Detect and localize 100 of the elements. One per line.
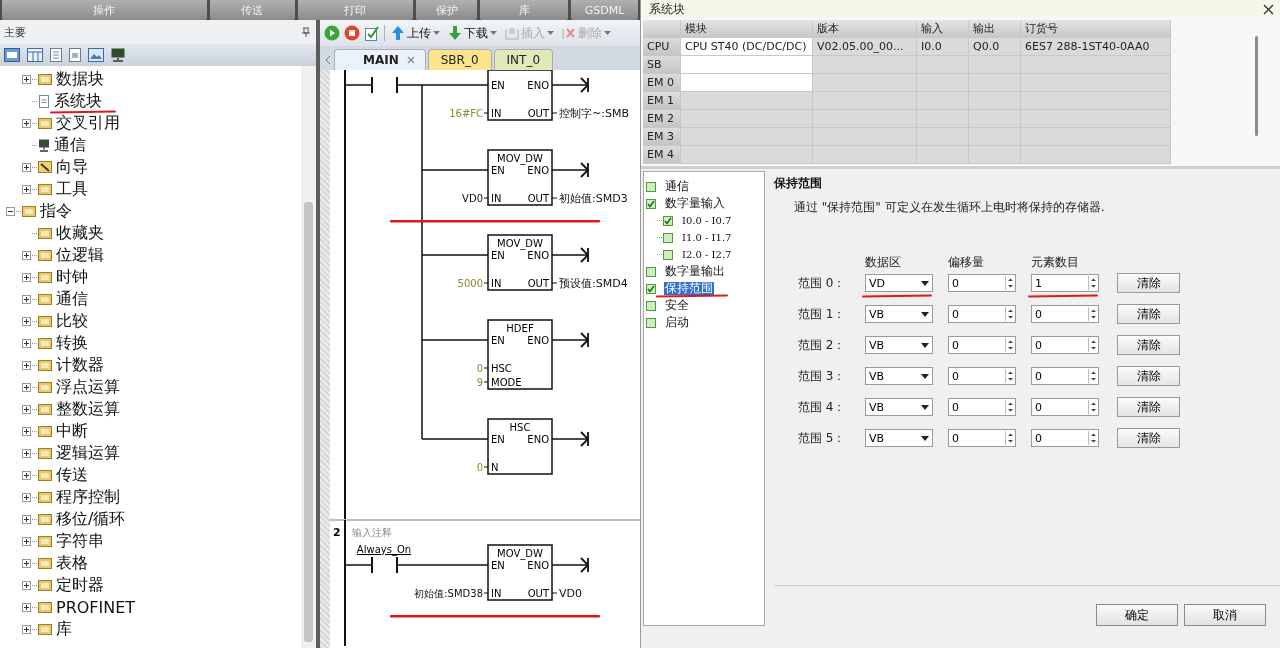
expand-icon[interactable] xyxy=(22,118,31,128)
tree-item[interactable]: 时钟 xyxy=(56,266,88,288)
stop-icon[interactable] xyxy=(344,25,360,41)
tree-item[interactable]: 字符串 xyxy=(56,530,104,552)
expand-icon[interactable] xyxy=(22,558,31,568)
expand-icon[interactable] xyxy=(22,360,31,370)
tree-item[interactable]: 程序控制 xyxy=(56,486,120,508)
clear-button[interactable]: 清除 xyxy=(1117,273,1180,293)
spinner-arrows-icon[interactable] xyxy=(1005,400,1015,414)
count-field[interactable]: 0 xyxy=(1031,336,1099,354)
window-icon[interactable] xyxy=(4,48,20,62)
tree-item[interactable]: 计数器 xyxy=(56,354,104,376)
spinner-arrows-icon[interactable] xyxy=(1005,338,1015,352)
nav-item[interactable]: 启动 xyxy=(664,316,690,329)
row-header[interactable]: EM 2 xyxy=(643,110,681,128)
data-area-select[interactable]: VB xyxy=(865,429,933,447)
offset-field[interactable]: 0 xyxy=(948,398,1016,416)
checked-checkbox[interactable] xyxy=(663,215,673,226)
offset-field[interactable]: 0 xyxy=(948,336,1016,354)
checked-checkbox[interactable] xyxy=(646,283,656,294)
checkbox[interactable] xyxy=(646,300,656,311)
clear-button[interactable]: 清除 xyxy=(1117,366,1180,386)
expand-icon[interactable] xyxy=(22,316,31,326)
expand-icon[interactable] xyxy=(22,272,31,282)
tree-item[interactable]: 通信 xyxy=(56,288,88,310)
count-field[interactable]: 0 xyxy=(1031,305,1099,323)
row-header[interactable]: SB xyxy=(643,56,681,74)
expand-icon[interactable] xyxy=(22,404,31,414)
spinner-arrows-icon[interactable] xyxy=(1088,431,1098,445)
table-cell[interactable] xyxy=(681,146,813,164)
data-area-select[interactable]: VB xyxy=(865,305,933,323)
offset-field[interactable]: 0 xyxy=(948,429,1016,447)
spinner-arrows-icon[interactable] xyxy=(1005,369,1015,383)
compile-check-icon[interactable] xyxy=(364,25,380,41)
row-header[interactable]: CPU xyxy=(643,38,681,56)
expand-icon[interactable] xyxy=(22,162,31,172)
scrollbar-thumb[interactable] xyxy=(1255,36,1258,136)
toolbar-button[interactable]: 下载 xyxy=(446,24,499,42)
clear-button[interactable]: 清除 xyxy=(1117,304,1180,324)
offset-field[interactable]: 0 xyxy=(948,367,1016,385)
run-icon[interactable] xyxy=(324,25,340,41)
tree-item[interactable]: 位逻辑 xyxy=(56,244,104,266)
tree-item[interactable]: 浮点运算 xyxy=(56,376,120,398)
checkbox[interactable] xyxy=(646,317,656,328)
spinner-arrows-icon[interactable] xyxy=(1088,400,1098,414)
data-area-select[interactable]: VB xyxy=(865,367,933,385)
tree-item[interactable]: 移位/循环 xyxy=(56,508,126,530)
nav-item[interactable]: 保持范围 xyxy=(664,282,714,295)
nav-item[interactable]: 数字量输入 xyxy=(664,197,726,210)
spinner-arrows-icon[interactable] xyxy=(1005,276,1015,290)
nav-item[interactable]: 数字量输出 xyxy=(664,265,726,278)
offset-field[interactable]: 0 xyxy=(948,305,1016,323)
tree-item[interactable]: 系统块 xyxy=(54,90,102,112)
spinner-arrows-icon[interactable] xyxy=(1088,307,1098,321)
nav-item[interactable]: 通信 xyxy=(664,180,690,193)
tree-item[interactable]: 工具 xyxy=(56,178,88,200)
spinner-arrows-icon[interactable] xyxy=(1088,276,1098,290)
tree-item[interactable]: 向导 xyxy=(56,156,88,178)
tree-item[interactable]: 表格 xyxy=(56,552,88,574)
tree-item[interactable]: 收藏夹 xyxy=(56,222,104,244)
data-area-select[interactable]: VB xyxy=(865,398,933,416)
collapse-icon[interactable] xyxy=(6,206,15,216)
clear-button[interactable]: 清除 xyxy=(1117,428,1180,448)
spinner-arrows-icon[interactable] xyxy=(1005,307,1015,321)
spinner-arrows-icon[interactable] xyxy=(1088,369,1098,383)
table-icon[interactable] xyxy=(27,48,43,62)
spinner-arrows-icon[interactable] xyxy=(1005,431,1015,445)
expand-icon[interactable] xyxy=(22,338,31,348)
tree-item[interactable]: 转换 xyxy=(56,332,88,354)
picture-icon[interactable] xyxy=(88,48,104,62)
spinner-arrows-icon[interactable] xyxy=(1088,338,1098,352)
checkbox[interactable] xyxy=(663,249,673,260)
expand-icon[interactable] xyxy=(22,426,31,436)
tree-item[interactable]: 指令 xyxy=(40,200,72,222)
table-cell[interactable] xyxy=(681,74,813,92)
document-icon[interactable] xyxy=(69,48,81,62)
tree-item[interactable]: 库 xyxy=(56,618,72,640)
document-icon[interactable] xyxy=(50,48,62,62)
expand-icon[interactable] xyxy=(22,74,31,84)
expand-icon[interactable] xyxy=(22,184,31,194)
count-field[interactable]: 0 xyxy=(1031,429,1099,447)
table-cell[interactable] xyxy=(681,92,813,110)
editor-tab[interactable]: SBR_0 xyxy=(427,49,492,70)
expand-icon[interactable] xyxy=(22,294,31,304)
editor-tab[interactable]: INT_0 xyxy=(493,49,554,70)
tree-item[interactable]: 通信 xyxy=(54,134,86,156)
expand-icon[interactable] xyxy=(22,492,31,502)
close-icon[interactable] xyxy=(1263,3,1274,15)
editor-tab[interactable]: MAIN xyxy=(334,49,426,70)
checkbox[interactable] xyxy=(646,181,656,192)
expand-icon[interactable] xyxy=(22,382,31,392)
table-cell[interactable]: CPU ST40 (DC/DC/DC) xyxy=(681,38,813,56)
nav-item[interactable]: I2.0 - I2.7 xyxy=(681,248,733,261)
tree-item[interactable]: PROFINET xyxy=(56,597,136,617)
row-header[interactable]: EM 1 xyxy=(643,92,681,110)
tree-item[interactable]: 比较 xyxy=(56,310,88,332)
row-header[interactable]: EM 0 xyxy=(643,74,681,92)
tree-item[interactable]: 数据块 xyxy=(56,68,104,90)
count-field[interactable]: 0 xyxy=(1031,398,1099,416)
checkbox[interactable] xyxy=(663,232,673,243)
